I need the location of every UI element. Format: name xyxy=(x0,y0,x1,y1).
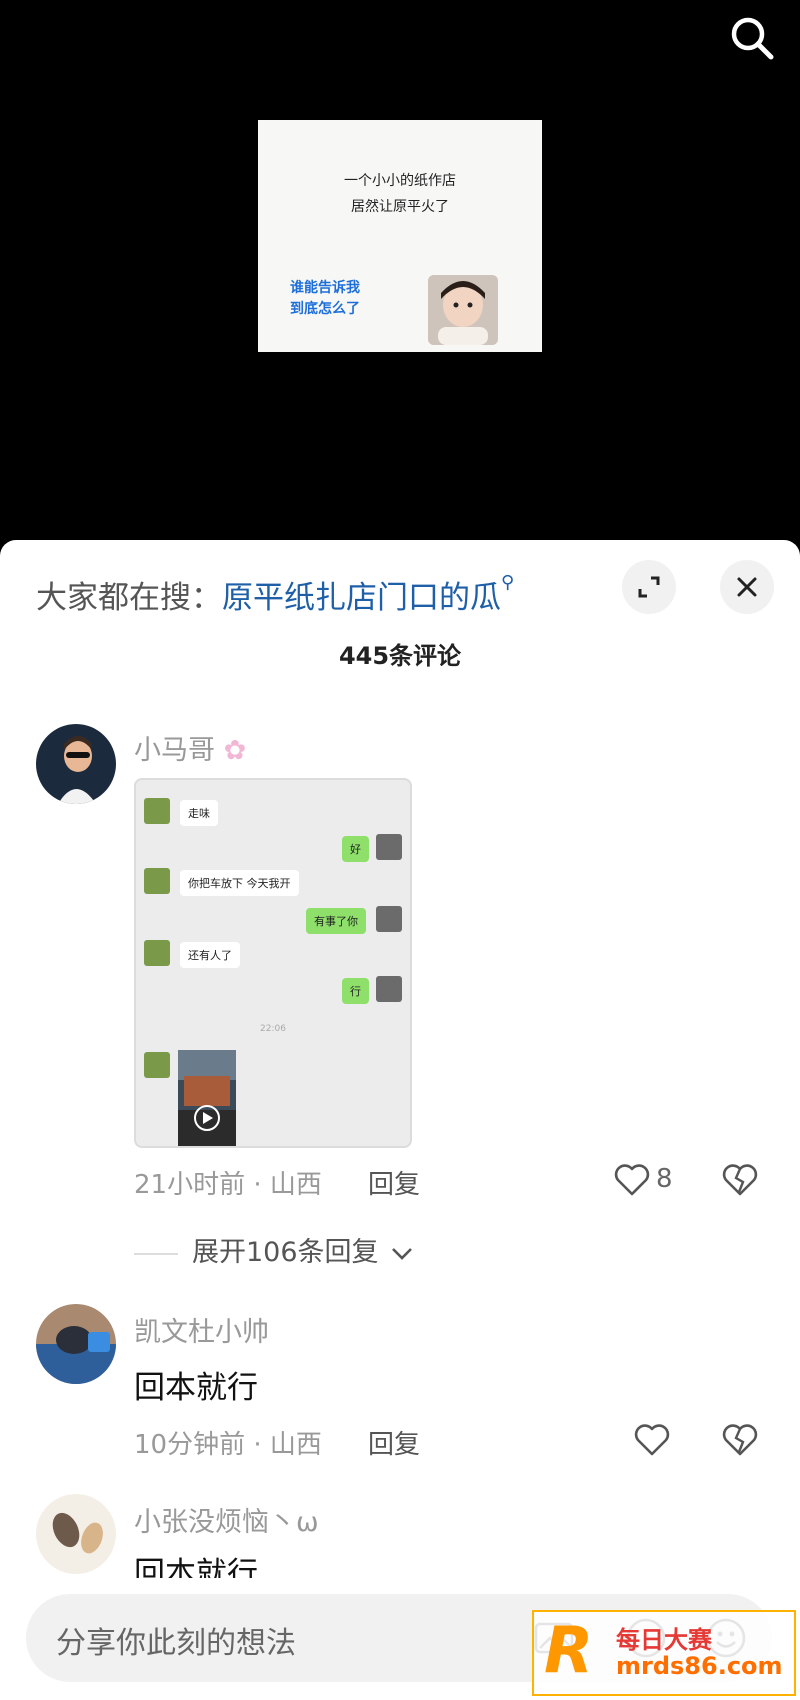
reply-button[interactable]: 回复 xyxy=(368,1424,420,1461)
chat-avatar xyxy=(144,868,170,894)
chat-bubble: 好 xyxy=(342,836,369,862)
comment-text: 回本就行 xyxy=(134,1370,258,1406)
avatar[interactable] xyxy=(36,1494,116,1574)
chat-avatar xyxy=(144,798,170,824)
hot-search-link[interactable]: 原平纸扎店门口的瓜 xyxy=(222,580,501,616)
expand-replies-label: 展开106条回复 xyxy=(192,1237,379,1268)
expand-icon xyxy=(638,576,660,598)
thumbnail-text-line2: 居然让原平火了 xyxy=(351,199,449,215)
thumbnail-caption-line2: 到底怎么了 xyxy=(290,301,360,317)
comment-username[interactable]: 小马哥 ✿ xyxy=(134,728,246,767)
heart-icon[interactable] xyxy=(612,1160,652,1200)
video-thumbnail: 一个小小的纸作店 居然让原平火了 谁能告诉我 到底怎么了 xyxy=(258,120,542,352)
chat-bubble: 行 xyxy=(342,978,369,1004)
comment-count: 445条评论 xyxy=(338,642,462,670)
expand-button[interactable] xyxy=(622,560,676,614)
comment-text: 回本就行 xyxy=(134,1556,258,1578)
thumbnail-caption-line1: 谁能告诉我 xyxy=(290,280,360,296)
baby-photo xyxy=(428,275,498,345)
chevron-down-icon xyxy=(392,1247,413,1260)
divider xyxy=(134,1252,178,1255)
chat-avatar xyxy=(144,940,170,966)
broken-heart-icon[interactable] xyxy=(720,1420,760,1460)
watermark-url: mrds86.com xyxy=(616,1652,783,1680)
close-button[interactable] xyxy=(720,560,774,614)
chat-bubble: 有事了你 xyxy=(306,908,366,934)
chat-bubble: 你把车放下 今天我开 xyxy=(180,870,299,896)
avatar[interactable] xyxy=(36,1304,116,1384)
comment-image[interactable]: 走味 好 你把车放下 今天我开 有事了你 还有人了 行 22:06 xyxy=(134,778,412,1148)
chat-bubble: 走味 xyxy=(180,800,218,826)
close-icon xyxy=(737,577,757,597)
chat-bubble: 还有人了 xyxy=(180,942,240,968)
hot-search-label: 大家都在搜： xyxy=(36,580,222,616)
thumbnail-caption: 谁能告诉我 到底怎么了 xyxy=(290,278,360,320)
chat-video-message xyxy=(178,1050,236,1146)
avatar[interactable] xyxy=(36,724,116,804)
video-player[interactable]: 一个小小的纸作店 居然让原平火了 谁能告诉我 到底怎么了 xyxy=(0,0,800,545)
comment-username[interactable]: 小张没烦恼丶ω xyxy=(134,1500,319,1539)
chat-avatar xyxy=(144,1052,170,1078)
watermark-title: 每日大赛 xyxy=(616,1626,712,1654)
unicorn-icon: ✿ xyxy=(223,735,247,766)
thumbnail-text-line1: 一个小小的纸作店 xyxy=(344,173,456,189)
chat-avatar xyxy=(376,976,402,1002)
comment-meta: 10分钟前 · 山西 xyxy=(134,1430,322,1460)
hot-search-bar[interactable]: 大家都在搜：原平纸扎店门口的瓜⚲ xyxy=(36,572,514,617)
comment-input-placeholder: 分享你此刻的想法 xyxy=(56,1626,296,1661)
chat-avatar xyxy=(376,906,402,932)
chat-avatar xyxy=(376,834,402,860)
watermark-letter: R xyxy=(544,1614,594,1688)
search-icon[interactable] xyxy=(726,12,778,64)
reply-button[interactable]: 回复 xyxy=(368,1164,420,1201)
like-count: 8 xyxy=(656,1164,673,1194)
heart-icon[interactable] xyxy=(632,1420,672,1460)
comment-username-text: 小马哥 xyxy=(134,735,215,766)
broken-heart-icon[interactable] xyxy=(720,1160,760,1200)
watermark-logo: R 每日大赛 mrds86.com xyxy=(532,1610,796,1696)
comment-meta: 21小时前 · 山西 xyxy=(134,1170,322,1200)
chat-timestamp: 22:06 xyxy=(260,1024,286,1034)
comment-username[interactable]: 凯文杜小帅 xyxy=(134,1310,269,1349)
expand-replies[interactable]: 展开106条回复 xyxy=(134,1230,413,1269)
search-small-icon: ⚲ xyxy=(501,572,515,593)
